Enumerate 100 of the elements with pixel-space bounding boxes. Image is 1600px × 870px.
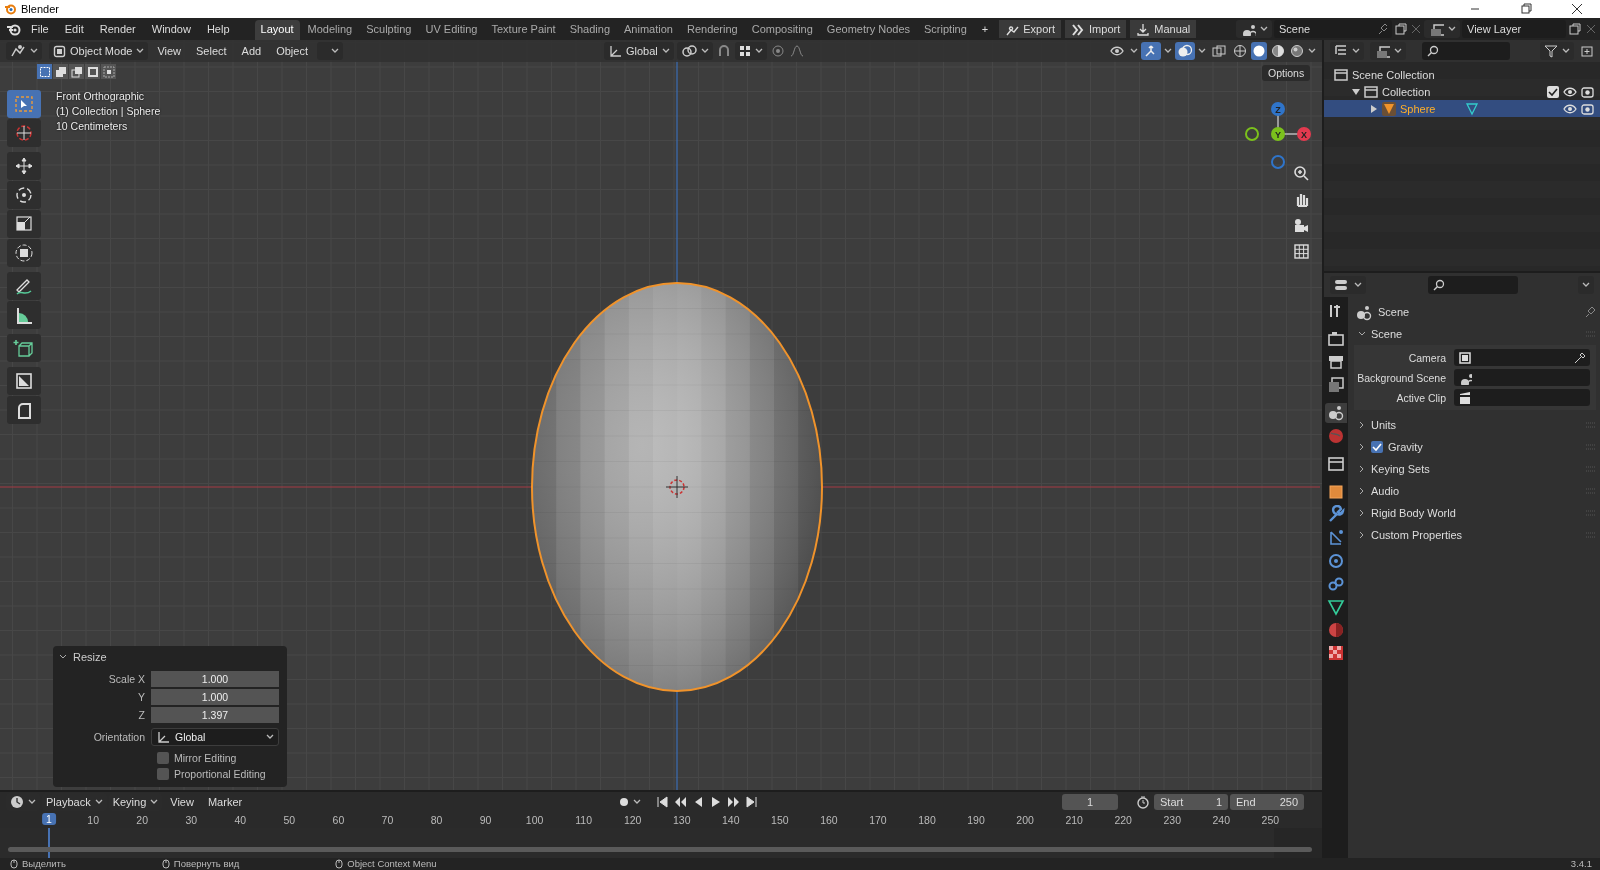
toggle-button[interactable] (1141, 42, 1161, 60)
proportional-icon[interactable] (769, 44, 786, 58)
toggle-button[interactable] (1175, 42, 1195, 60)
workspace-tab[interactable]: Texture Paint (485, 20, 562, 40)
new-collection-icon[interactable] (1580, 44, 1594, 58)
editor-type-button[interactable] (6, 42, 42, 60)
search-field[interactable] (1422, 42, 1510, 60)
menu-item[interactable]: Render (92, 21, 143, 37)
scene-selector[interactable] (1236, 20, 1272, 38)
menu-item[interactable]: Marker (201, 796, 249, 808)
filter-button[interactable] (1540, 42, 1574, 60)
outliner-row[interactable]: Collection (1324, 83, 1600, 100)
tool-button[interactable] (7, 396, 41, 424)
toolbar-button[interactable]: Import (1065, 20, 1127, 38)
toolbar-button[interactable]: Manual (1130, 20, 1197, 38)
select-mode-button[interactable] (69, 64, 84, 79)
options-dropdown[interactable] (1578, 276, 1594, 294)
app-logo-icon[interactable] (6, 22, 22, 36)
eye-icon[interactable] (1563, 102, 1577, 115)
select-mode-button[interactable] (37, 64, 52, 79)
properties-tab[interactable] (1325, 403, 1347, 423)
tool-button[interactable] (7, 367, 41, 395)
options-button[interactable]: Options (1262, 65, 1311, 81)
workspace-tab[interactable]: Compositing (745, 20, 819, 40)
workspace-tab[interactable]: Shading (563, 20, 617, 40)
workspace-tab[interactable]: Rendering (680, 20, 744, 40)
menu-item[interactable]: Add (235, 45, 268, 57)
end-frame-field[interactable]: End 250 (1230, 794, 1304, 810)
properties-tab[interactable] (1325, 329, 1347, 349)
workspace-tab[interactable]: Sculpting (360, 20, 418, 40)
workspace-tab[interactable]: Layout (254, 20, 300, 40)
workspace-tab[interactable]: UV Editing (419, 20, 484, 40)
tool-button[interactable] (7, 210, 41, 238)
menu-item[interactable]: File (24, 21, 56, 37)
checkbox[interactable] (157, 752, 169, 764)
camera-icon[interactable] (1581, 102, 1594, 115)
panel-header[interactable]: Custom Properties (1354, 524, 1596, 546)
camera-icon[interactable] (1581, 85, 1594, 98)
workspace-tab[interactable]: Scripting (918, 20, 973, 40)
workspace-tab[interactable]: Geometry Nodes (820, 20, 916, 40)
grid-icon[interactable] (1292, 242, 1310, 260)
scene-field[interactable]: Scene (1274, 20, 1392, 38)
expanded-arrow-icon[interactable] (1352, 87, 1360, 96)
add-workspace-button[interactable]: + (974, 21, 996, 37)
tool-button[interactable] (7, 181, 41, 209)
orientation-dropdown[interactable]: Global (151, 728, 279, 746)
workspace-tab[interactable]: Animation (618, 20, 679, 40)
editor-type-button[interactable] (1330, 276, 1366, 294)
panel-header[interactable]: Keying Sets (1354, 458, 1596, 480)
chevron-icon[interactable] (59, 654, 67, 660)
panel-header[interactable]: Audio (1354, 480, 1596, 502)
display-mode-button[interactable] (1370, 42, 1406, 60)
menu-item[interactable]: Window (144, 21, 198, 37)
menu-item[interactable]: Edit (57, 21, 91, 37)
properties-tab[interactable] (1325, 454, 1347, 474)
menu-item[interactable]: View (151, 45, 188, 57)
falloff-icon[interactable] (788, 44, 805, 58)
camera-icon[interactable] (1292, 216, 1310, 234)
object-field[interactable] (1454, 349, 1590, 366)
menu-item[interactable]: Object (270, 45, 314, 57)
checkbox[interactable] (157, 768, 169, 780)
collapsed-arrow-icon[interactable] (1370, 104, 1378, 113)
pivot-dropdown[interactable] (676, 42, 713, 60)
3d-cursor-icon[interactable] (665, 475, 689, 499)
editor-type-button[interactable] (1330, 42, 1364, 60)
copy-icon[interactable] (1394, 22, 1408, 36)
frame-field[interactable]: 1 (1062, 794, 1118, 810)
tool-button[interactable] (7, 301, 41, 329)
mode-dropdown[interactable]: Object Mode (49, 42, 149, 60)
tool-button[interactable] (7, 334, 41, 362)
panel-header[interactable]: Scene (1354, 323, 1596, 345)
number-field[interactable]: 1.000 (151, 689, 279, 705)
current-frame-marker[interactable]: 1 (42, 813, 56, 825)
object-field[interactable] (1454, 369, 1590, 386)
tool-button[interactable] (7, 152, 41, 180)
axis-handle[interactable]: X (1297, 127, 1311, 141)
checkbox[interactable] (1371, 441, 1383, 453)
copy-icon[interactable] (1568, 22, 1582, 36)
panel-title[interactable]: Resize (73, 651, 107, 663)
shading-button[interactable] (1251, 42, 1267, 60)
select-mode-button[interactable] (85, 64, 100, 79)
panel-header[interactable]: Units (1354, 414, 1596, 436)
select-mode-button[interactable] (53, 64, 68, 79)
menu-item[interactable]: View (164, 796, 200, 808)
restore-icon[interactable] (1520, 3, 1532, 15)
properties-tab[interactable] (1325, 597, 1347, 617)
select-mode-button[interactable] (101, 64, 116, 79)
orientation-dropdown[interactable]: Global (604, 42, 674, 60)
start-frame-field[interactable]: Start 1 (1154, 794, 1228, 810)
negative-axis-handle[interactable] (1271, 155, 1285, 169)
navigation-gizmo[interactable]: Z Y X (1240, 90, 1320, 170)
toolbar-button[interactable]: Export (999, 20, 1062, 38)
shading-button[interactable] (1289, 42, 1305, 60)
tool-button[interactable] (7, 272, 41, 300)
checkbox[interactable] (1547, 85, 1559, 98)
number-field[interactable]: 1.397 (151, 707, 279, 723)
axis-handle[interactable]: Y (1271, 127, 1285, 141)
outliner-row[interactable]: Scene Collection (1324, 66, 1600, 83)
workspace-tab[interactable]: Modeling (301, 20, 359, 40)
view-layer-selector[interactable] (1424, 20, 1460, 38)
